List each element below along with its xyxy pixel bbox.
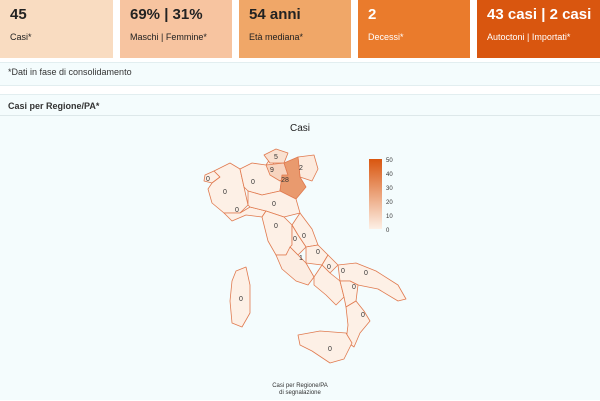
value-label: 0 — [302, 233, 306, 240]
value-label: 0 — [274, 223, 278, 230]
kpi-label: Autoctoni | Importati* — [487, 32, 571, 42]
value-label: 0 — [293, 236, 297, 243]
value-label: 0 — [361, 312, 365, 319]
kpi-sesso: 69% | 31% Maschi | Femmine* — [120, 0, 232, 58]
kpi-casi: 45 Casi* — [0, 0, 113, 58]
note-text: *Dati in fase di consolidamento — [8, 67, 132, 77]
kpi-value: 2 — [368, 6, 377, 23]
kpi-label: Casi* — [10, 32, 32, 42]
map-panel: Casi per Regione/PA* Casi 0 0 0 5 9 2 28… — [0, 94, 600, 400]
map-caption: Casi per Regione/PA di segnalazione — [255, 383, 345, 397]
legend-tick: 30 — [386, 186, 393, 192]
italy-choropleth-map[interactable]: 0 0 0 5 9 2 28 0 0 0 0 0 1 0 0 0 0 0 0 0… — [0, 95, 600, 401]
kpi-value: 45 — [10, 6, 27, 23]
kpi-label: Maschi | Femmine* — [130, 32, 207, 42]
kpi-value: 69% | 31% — [130, 6, 203, 23]
consolidation-note: *Dati in fase di consolidamento — [0, 62, 600, 86]
kpi-autoctoni-importati: 43 casi | 2 casi Autoctoni | Importati* — [477, 0, 600, 58]
kpi-label: Decessi* — [368, 32, 404, 42]
legend-tick: 40 — [386, 172, 393, 178]
value-label: 0 — [352, 284, 356, 291]
value-label: 2 — [299, 165, 303, 172]
value-label: 0 — [328, 346, 332, 353]
color-legend: 50 40 30 20 10 0 — [369, 158, 393, 234]
value-label: 0 — [272, 201, 276, 208]
kpi-value: 43 casi | 2 casi — [487, 6, 592, 23]
value-label: 9 — [270, 167, 274, 174]
legend-tick: 20 — [386, 200, 393, 206]
caption-line: Casi per Regione/PA — [272, 383, 328, 389]
kpi-eta: 54 anni Età mediana* — [239, 0, 351, 58]
value-label: 0 — [364, 270, 368, 277]
legend-tick: 50 — [386, 158, 393, 164]
value-label: 0 — [235, 207, 239, 214]
value-label: 0 — [251, 179, 255, 186]
kpi-row: 45 Casi* 69% | 31% Maschi | Femmine* 54 … — [0, 0, 600, 58]
value-label: 5 — [274, 154, 278, 161]
kpi-label: Età mediana* — [249, 32, 304, 42]
caption-line: di segnalazione — [279, 390, 321, 396]
legend-colorbar — [369, 159, 382, 229]
value-label: 1 — [299, 255, 303, 262]
value-label: 0 — [239, 296, 243, 303]
legend-tick: 0 — [386, 228, 390, 234]
legend-tick: 10 — [386, 214, 393, 220]
value-label: 0 — [316, 249, 320, 256]
region-toscana[interactable] — [261, 210, 293, 256]
value-label: 0 — [327, 264, 331, 271]
region-sicilia[interactable] — [297, 330, 353, 364]
value-label: 28 — [281, 177, 289, 184]
value-label: 0 — [223, 189, 227, 196]
kpi-value: 54 anni — [249, 6, 301, 23]
value-label: 0 — [206, 176, 210, 183]
value-label: 0 — [341, 268, 345, 275]
kpi-decessi: 2 Decessi* — [358, 0, 470, 58]
